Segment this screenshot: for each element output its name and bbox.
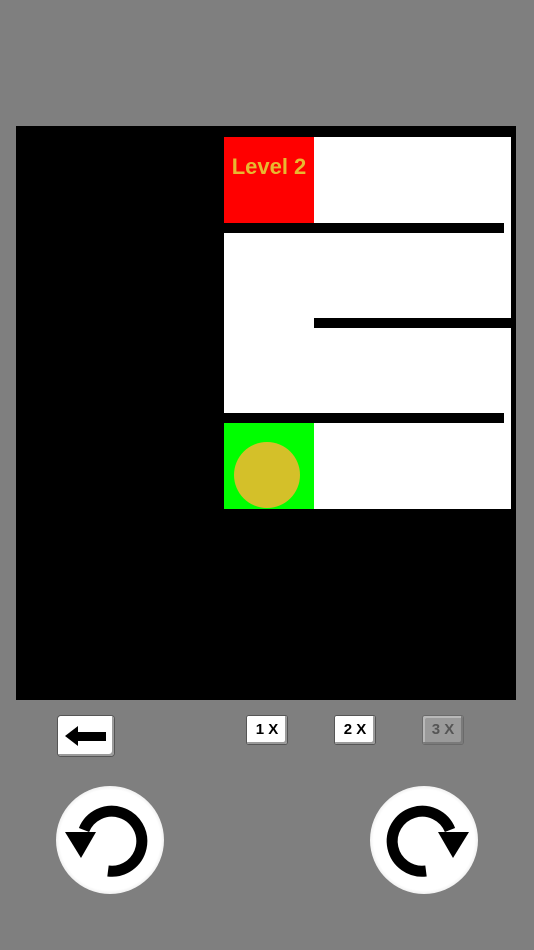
speed-3x-button: 3 X [423, 716, 463, 744]
maze-wall [314, 318, 511, 328]
level-label: Level 2 [231, 154, 307, 179]
speed-1x-button[interactable]: 1 X [247, 716, 287, 744]
back-button[interactable] [58, 716, 114, 756]
goal-cell [224, 137, 314, 223]
maze-wall [224, 223, 504, 233]
ball [234, 442, 300, 508]
rotate-counterclockwise-icon [65, 805, 148, 877]
maze-wall [224, 413, 504, 423]
rotate-left-button[interactable] [56, 786, 164, 894]
left-arrow-icon [65, 726, 106, 746]
rotate-right-button[interactable] [370, 786, 478, 894]
rotate-clockwise-icon [386, 805, 469, 877]
speed-2x-button[interactable]: 2 X [335, 716, 375, 744]
